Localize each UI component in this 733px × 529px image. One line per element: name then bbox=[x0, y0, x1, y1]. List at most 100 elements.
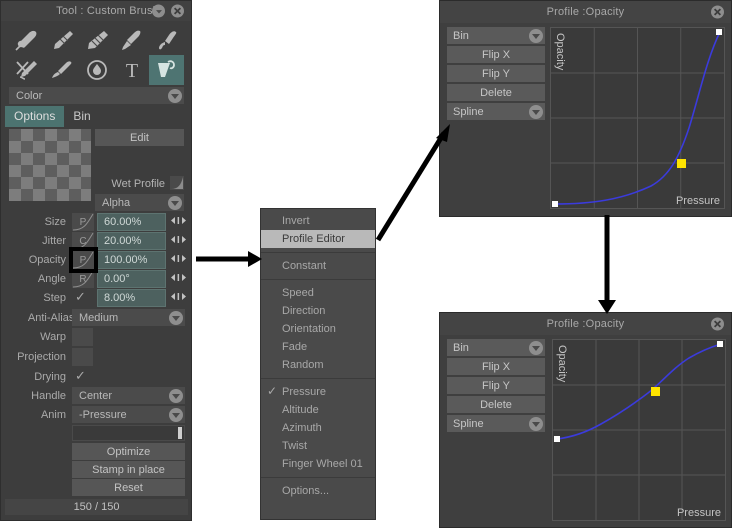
paint-brush-icon[interactable] bbox=[44, 55, 79, 85]
chevron-down-icon[interactable] bbox=[168, 88, 182, 103]
profile-bottom-bin-combo[interactable]: Bin bbox=[447, 339, 545, 356]
jitter-profile-glyph: C bbox=[79, 235, 87, 247]
svg-text:T: T bbox=[125, 60, 137, 81]
pencil-icon[interactable] bbox=[44, 25, 79, 55]
menu-item-finger-wheel-01[interactable]: Finger Wheel 01 bbox=[261, 455, 375, 473]
tab-bin[interactable]: Bin bbox=[64, 106, 99, 127]
profile-bottom-delete-button[interactable]: Delete bbox=[447, 396, 545, 413]
menu-item-azimuth[interactable]: Azimuth bbox=[261, 419, 375, 437]
ribbon-brush-icon[interactable] bbox=[149, 25, 184, 55]
menu-item-profile-editor[interactable]: Profile Editor bbox=[261, 230, 375, 248]
alpha-combo-value: Alpha bbox=[102, 196, 131, 209]
pen-nib-icon[interactable] bbox=[9, 25, 44, 55]
menu-item-fade[interactable]: Fade bbox=[261, 338, 375, 356]
profile-bottom-flip-x-button[interactable]: Flip X bbox=[447, 358, 545, 375]
profile-top-mode-combo[interactable]: Spline bbox=[447, 103, 545, 120]
menu-item-label: Orientation bbox=[282, 323, 336, 335]
profile-bottom-graph[interactable]: Opacity Pressure bbox=[552, 339, 726, 521]
opacity-stepper-arrows[interactable] bbox=[170, 254, 187, 263]
menu-item-altitude[interactable]: Altitude bbox=[261, 401, 375, 419]
marker-icon[interactable] bbox=[79, 25, 114, 55]
chevron-down-icon[interactable] bbox=[529, 104, 543, 119]
menu-item-orientation[interactable]: Orientation bbox=[261, 320, 375, 338]
label-drying: Drying bbox=[34, 371, 66, 383]
menu-separator bbox=[261, 279, 375, 280]
menu-item-random[interactable]: Random bbox=[261, 356, 375, 374]
edit-button[interactable]: Edit bbox=[95, 129, 184, 146]
text-tool-icon[interactable]: T bbox=[114, 55, 149, 85]
menu-item-speed[interactable]: Speed bbox=[261, 284, 375, 302]
menu-item-invert[interactable]: Invert bbox=[261, 212, 375, 230]
airbrush-icon[interactable] bbox=[114, 25, 149, 55]
chevron-down-icon[interactable] bbox=[169, 310, 183, 325]
anti-aliasing-combo[interactable]: Medium bbox=[72, 309, 185, 326]
menu-item-direction[interactable]: Direction bbox=[261, 302, 375, 320]
menu-item-pressure[interactable]: ✓ Pressure bbox=[261, 383, 375, 401]
chevron-down-icon[interactable] bbox=[169, 388, 183, 403]
anim-timeline-slider[interactable] bbox=[72, 425, 185, 441]
reset-button[interactable]: Reset bbox=[72, 479, 185, 496]
menu-item-twist[interactable]: Twist bbox=[261, 437, 375, 455]
jitter-value-field[interactable]: 20.00% bbox=[97, 232, 166, 250]
profile-top-x-axis-label: Pressure bbox=[675, 195, 720, 207]
bin-combo-value: Bin bbox=[453, 29, 469, 42]
step-value-field[interactable]: 8.00% bbox=[97, 289, 166, 307]
palette-knife-icon[interactable] bbox=[149, 55, 184, 85]
profile-bottom-x-axis-label: Pressure bbox=[676, 507, 721, 519]
size-stepper-arrows[interactable] bbox=[170, 216, 187, 225]
profile-bottom-curve bbox=[553, 340, 725, 520]
opacity-profile-highlight-box bbox=[69, 247, 98, 273]
opacity-value-field[interactable]: 100.00% bbox=[97, 251, 166, 269]
chevron-down-icon[interactable] bbox=[152, 4, 165, 18]
optimize-button[interactable]: Optimize bbox=[72, 443, 185, 460]
chevron-down-icon[interactable] bbox=[168, 195, 182, 210]
anim-timeline-handle[interactable] bbox=[178, 427, 182, 439]
alpha-preview[interactable] bbox=[9, 129, 91, 201]
close-icon[interactable] bbox=[711, 5, 724, 19]
label-jitter: Jitter bbox=[42, 235, 66, 247]
profile-top-title: Profile :Opacity bbox=[546, 6, 625, 18]
size-profile-button[interactable]: P bbox=[72, 213, 94, 231]
chevron-down-icon[interactable] bbox=[529, 28, 543, 43]
chevron-down-icon[interactable] bbox=[169, 407, 183, 422]
arrow-top-to-bottom bbox=[598, 215, 616, 314]
profile-bottom-mode-combo[interactable]: Spline bbox=[447, 415, 545, 432]
stamp-in-place-button[interactable]: Stamp in place bbox=[72, 461, 185, 478]
warp-checkbox[interactable] bbox=[72, 328, 93, 346]
label-anim: Anim bbox=[40, 409, 66, 421]
menu-item-options[interactable]: Options... bbox=[261, 482, 375, 500]
profile-top-delete-button[interactable]: Delete bbox=[447, 84, 545, 101]
profile-bottom-flip-y-button[interactable]: Flip Y bbox=[447, 377, 545, 394]
angle-stepper-arrows[interactable] bbox=[170, 273, 187, 282]
alpha-combo[interactable]: Alpha bbox=[95, 194, 184, 211]
color-combo[interactable]: Color bbox=[9, 87, 184, 104]
water-drop-icon[interactable] bbox=[79, 55, 114, 85]
angle-value-field[interactable]: 0.00° bbox=[97, 270, 166, 288]
menu-item-label: Twist bbox=[282, 440, 308, 452]
profile-top-graph[interactable]: Opacity Pressure bbox=[550, 27, 725, 209]
close-icon[interactable] bbox=[171, 4, 184, 18]
tab-options[interactable]: Options bbox=[5, 106, 65, 127]
chevron-down-icon[interactable] bbox=[529, 340, 543, 355]
profile-top-flip-y-button[interactable]: Flip Y bbox=[447, 65, 545, 82]
size-value-field[interactable]: 60.00% bbox=[97, 213, 166, 231]
menu-separator bbox=[261, 252, 375, 253]
step-checkbox[interactable]: ✓ bbox=[75, 290, 86, 303]
label-step: Step bbox=[43, 292, 66, 304]
anim-combo[interactable]: -Pressure bbox=[72, 406, 185, 423]
scissors-pen-icon[interactable] bbox=[9, 55, 44, 85]
profile-top-flip-x-button[interactable]: Flip X bbox=[447, 46, 545, 63]
projection-checkbox[interactable] bbox=[72, 348, 93, 366]
wet-profile-curve-thumb[interactable] bbox=[170, 175, 184, 193]
profile-top-bin-combo[interactable]: Bin bbox=[447, 27, 545, 44]
menu-item-label: Direction bbox=[282, 305, 326, 317]
menu-item-constant[interactable]: Constant bbox=[261, 257, 375, 275]
jitter-stepper-arrows[interactable] bbox=[170, 235, 187, 244]
chevron-down-icon[interactable] bbox=[529, 416, 543, 431]
handle-combo[interactable]: Center bbox=[72, 387, 185, 404]
menu-separator bbox=[261, 378, 375, 379]
drying-checkbox[interactable]: ✓ bbox=[75, 369, 86, 382]
step-stepper-arrows[interactable] bbox=[170, 292, 187, 301]
close-icon[interactable] bbox=[711, 317, 724, 331]
mode-combo-value: Spline bbox=[453, 105, 484, 118]
